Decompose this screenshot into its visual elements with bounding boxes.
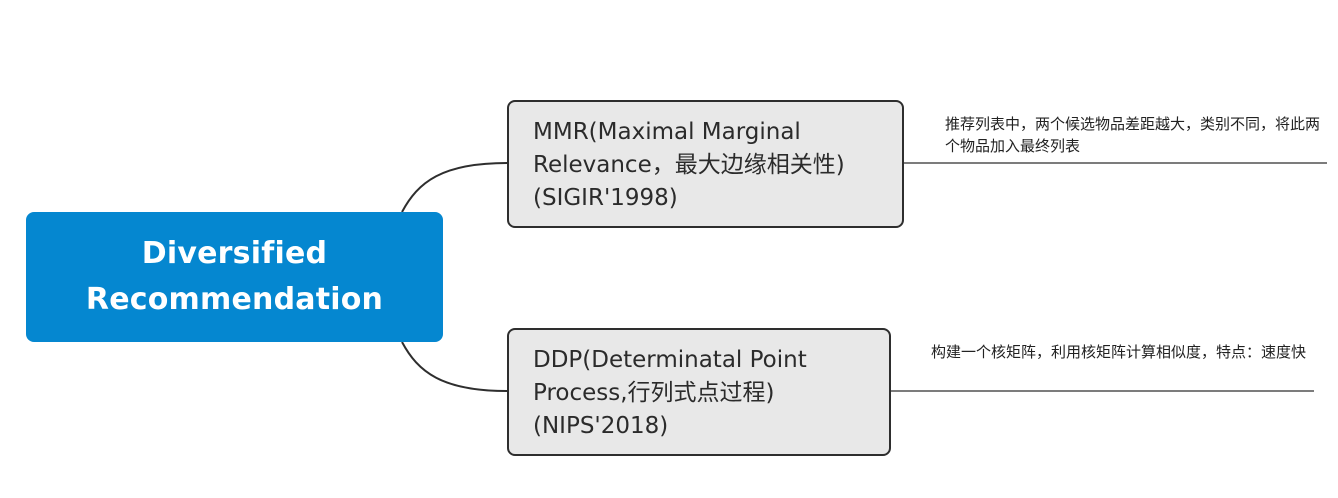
note-text-mmr: 推荐列表中，两个候选物品差距越大，类别不同，将此两个物品加入最终列表 (945, 115, 1321, 155)
connector-root-to-mmr (401, 162, 508, 213)
branch-node-ddp[interactable]: DDP(Determinatal Point Process,行列式点过程)(N… (507, 328, 891, 456)
root-topic-node[interactable]: Diversified Recommendation (26, 212, 443, 342)
note-text-ddp: 构建一个核矩阵，利用核矩阵计算相似度，特点：速度快 (931, 343, 1307, 361)
branch-node-mmr[interactable]: MMR(Maximal Marginal Relevance，最大边缘相关性)(… (507, 100, 904, 228)
connector-root-to-ddp (401, 341, 508, 392)
note-ddp[interactable]: 构建一个核矩阵，利用核矩阵计算相似度，特点：速度快 (931, 341, 1311, 363)
note-mmr[interactable]: 推荐列表中，两个候选物品差距越大，类别不同，将此两个物品加入最终列表 (945, 113, 1325, 157)
branch-label-mmr: MMR(Maximal Marginal Relevance，最大边缘相关性)(… (533, 119, 845, 211)
root-topic-label: Diversified Recommendation (85, 236, 384, 317)
branch-label-ddp: DDP(Determinatal Point Process,行列式点过程)(N… (533, 347, 807, 439)
